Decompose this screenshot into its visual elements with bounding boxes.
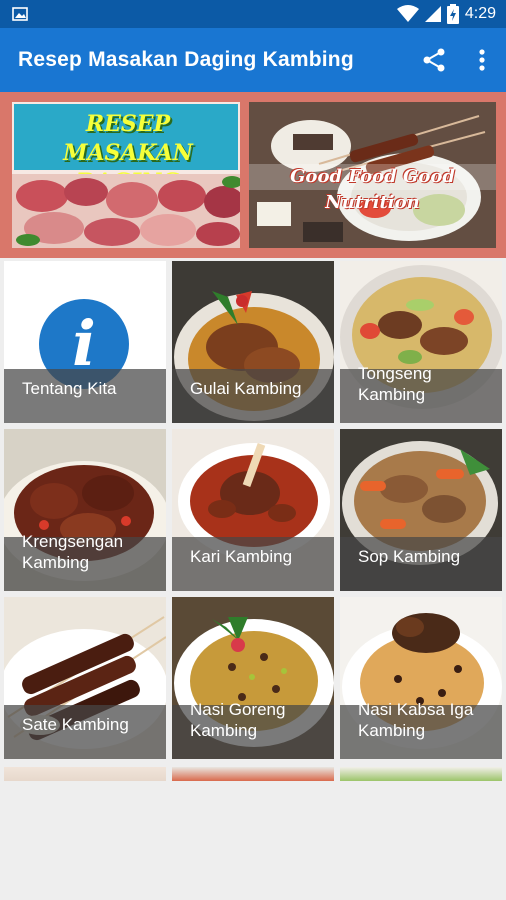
menu-item-label: Nasi Kabsa Iga Kambing [358,700,474,740]
menu-item-kari-kambing[interactable]: Kari Kambing [172,429,334,591]
app-bar: Resep Masakan Daging Kambing [0,28,506,92]
image-icon [12,7,28,21]
partial-tile[interactable] [172,767,334,781]
menu-item-label: Krengsengan Kambing [22,532,124,572]
raw-meat-illustration [12,174,240,248]
menu-item-label: Sop Kambing [358,547,461,566]
menu-item-tentang-kita[interactable]: i Tentang Kita [4,261,166,423]
next-row-partial [0,767,506,781]
status-time: 4:29 [464,5,496,22]
banner-satay-image: Good Food Good Nutrition [249,102,496,248]
partial-tile[interactable] [4,767,166,781]
menu-item-label: Sate Kambing [22,715,129,734]
battery-icon [446,4,459,24]
menu-item-label: Tongseng Kambing [358,364,432,404]
partial-tile[interactable] [340,767,502,781]
status-bar: 4:29 [0,0,506,28]
menu-item-label: Nasi Goreng Kambing [190,700,286,740]
signal-icon [424,6,441,22]
menu-item-sate-kambing[interactable]: Sate Kambing [4,597,166,759]
banner-slogan: Good Food Good Nutrition [249,164,496,213]
menu-item-krengsengan-kambing[interactable]: Krengsengan Kambing [4,429,166,591]
menu-item-nasi-goreng-kambing[interactable]: Nasi Goreng Kambing [172,597,334,759]
menu-item-label: Kari Kambing [190,547,293,566]
share-icon[interactable] [420,46,448,74]
menu-item-tongseng-kambing[interactable]: Tongseng Kambing [340,261,502,423]
banner-title-box: RESEP MASAKAN DAGING KAMBING [14,104,238,224]
menu-item-gulai-kambing[interactable]: Gulai Kambing [172,261,334,423]
menu-grid: i Tentang Kita Gulai Kambing Tongseng Ka… [0,261,506,781]
menu-item-label: Gulai Kambing [190,379,302,398]
header-banner: RESEP MASAKAN DAGING KAMBING [0,92,506,258]
banner-meat-image: RESEP MASAKAN DAGING KAMBING [12,102,240,248]
more-vert-icon[interactable] [468,46,496,74]
app-title: Resep Masakan Daging Kambing [18,48,354,71]
menu-item-nasi-kabsa-iga-kambing[interactable]: Nasi Kabsa Iga Kambing [340,597,502,759]
menu-item-sop-kambing[interactable]: Sop Kambing [340,429,502,591]
wifi-icon [396,5,419,22]
menu-item-label: Tentang Kita [22,379,117,398]
